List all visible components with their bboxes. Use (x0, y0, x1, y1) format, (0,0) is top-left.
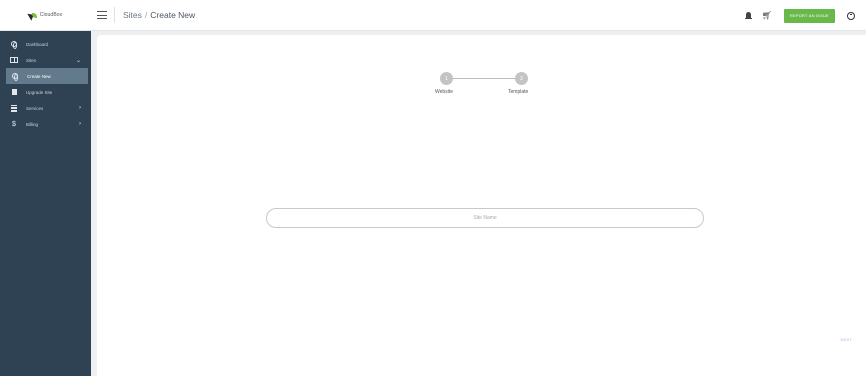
top-actions: 🛒︎ REPORT AN ISSUE (744, 0, 866, 31)
sidebar-item-label: Upgrade Site (26, 89, 53, 95)
sidebar-item-billing[interactable]: $ Billing › (0, 116, 91, 132)
breadcrumb-sites[interactable]: Sites (123, 10, 142, 20)
logo[interactable]: CloudBox (0, 0, 91, 31)
create-site-card: 1 2 Website Template NEXT (97, 35, 866, 376)
step-1-indicator[interactable]: 1 (440, 72, 453, 85)
top-bar: Sites / Create New 🛒︎ REPORT AN ISSUE (91, 0, 866, 31)
chevron-right-icon: › (79, 105, 81, 111)
site-name-input[interactable] (266, 208, 704, 228)
menu-icon[interactable] (97, 11, 107, 19)
dollar-icon: $ (12, 120, 16, 128)
sidebar-item-label: Services (26, 105, 44, 111)
step-1-label: Website (435, 89, 453, 95)
sidebar-nav: Dashboard Sites ⌄ Create New Upgrade Sit… (0, 31, 91, 132)
chevron-down-icon: ⌄ (75, 57, 81, 64)
globe-icon (11, 72, 19, 81)
sidebar-item-dashboard[interactable]: Dashboard (0, 36, 91, 52)
wizard-stepper: 1 2 Website Template (435, 72, 539, 102)
sidebar-item-label: Create New (27, 73, 51, 79)
chevron-right-icon: › (79, 121, 81, 127)
globe-icon (10, 40, 18, 49)
breadcrumb: Sites / Create New (123, 10, 195, 20)
sidebar-item-label: Sites (26, 57, 37, 63)
sidebar-item-label: Dashboard (26, 41, 49, 47)
report-issue-button[interactable]: REPORT AN ISSUE (783, 8, 835, 23)
breadcrumb-separator: / (144, 10, 148, 20)
sidebar-item-create-new[interactable]: Create New (6, 68, 88, 84)
sidebar-item-label: Billing (26, 121, 39, 127)
logo-mark-icon (29, 12, 38, 19)
step-2-label: Template (508, 89, 529, 95)
server-icon (10, 104, 18, 112)
next-button[interactable]: NEXT (841, 337, 852, 342)
step-2-indicator[interactable]: 2 (515, 72, 528, 85)
divider (114, 7, 115, 23)
sites-icon (10, 56, 18, 64)
document-icon (10, 88, 18, 96)
breadcrumb-current: Create New (150, 10, 196, 20)
sidebar-item-sites[interactable]: Sites ⌄ (0, 52, 91, 68)
cart-icon[interactable]: 🛒︎ (762, 11, 772, 20)
step-connector (452, 78, 518, 79)
logo-text: CloudBox (39, 12, 63, 18)
sidebar-item-services[interactable]: Services › (0, 100, 91, 116)
bell-icon[interactable] (744, 11, 752, 20)
sidebar-item-upgrade-site[interactable]: Upgrade Site (0, 84, 91, 100)
user-account-icon[interactable] (847, 11, 855, 20)
sidebar: CloudBox Dashboard Sites ⌄ Create New Up… (0, 0, 91, 376)
